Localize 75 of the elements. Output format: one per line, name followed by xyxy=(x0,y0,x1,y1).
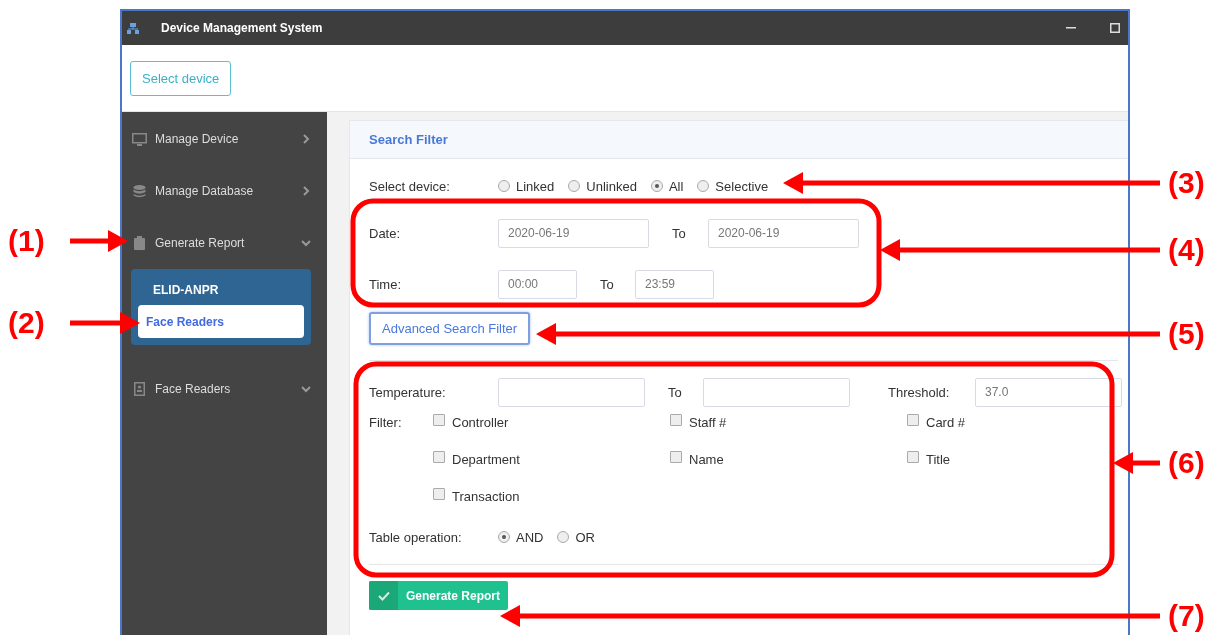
field-label: To xyxy=(667,384,683,400)
sidebar-item[interactable]: Manage Device xyxy=(122,113,327,165)
checkbox[interactable] xyxy=(907,451,919,463)
field-label: Time: xyxy=(369,276,403,292)
callout-number: (5) xyxy=(1168,316,1205,352)
checkbox[interactable] xyxy=(433,414,445,426)
submenu-title: ELID-ANPR xyxy=(152,283,220,297)
option-label: All xyxy=(668,178,684,194)
id-card-icon xyxy=(132,382,147,396)
callout-number: (4) xyxy=(1168,232,1205,268)
checkbox[interactable] xyxy=(433,488,445,500)
radio-button[interactable] xyxy=(568,180,581,192)
advanced-search-filter-button[interactable]: Advanced Search Filter xyxy=(369,311,531,345)
chevron-down-icon xyxy=(301,238,311,248)
option-label: AND xyxy=(516,529,544,545)
option-label: Linked xyxy=(516,178,555,194)
database-icon xyxy=(132,184,147,198)
checkbox[interactable] xyxy=(907,414,919,426)
radio-button[interactable] xyxy=(557,531,570,543)
chevron-right-icon xyxy=(301,134,311,144)
callout-number: (2) xyxy=(8,305,45,341)
threshold-field[interactable]: 37.0 xyxy=(975,377,1122,407)
field-label: Filter: xyxy=(369,414,403,432)
temperature-field[interactable] xyxy=(703,377,850,407)
radio-button[interactable] xyxy=(697,180,710,192)
checkbox[interactable] xyxy=(670,451,682,463)
field-label: Threshold: xyxy=(887,384,951,400)
sidebar-item[interactable]: Manage Database xyxy=(122,165,327,217)
annotation-arrow xyxy=(70,230,128,252)
temperature-field[interactable] xyxy=(498,377,645,407)
option-label: Card # xyxy=(926,414,966,430)
field-label: Select device: xyxy=(369,178,451,194)
option-label: Staff # xyxy=(689,414,727,430)
panel-title: Search Filter xyxy=(369,132,448,147)
network-icon xyxy=(127,22,139,34)
chevron-right-icon xyxy=(301,186,311,196)
checkbox[interactable] xyxy=(433,451,445,463)
option-label: Controller xyxy=(452,414,509,430)
check-icon xyxy=(377,590,390,601)
callout-number: (6) xyxy=(1168,445,1205,481)
date-field[interactable]: 2020-06-19 xyxy=(708,218,859,248)
annotation-arrow xyxy=(1113,452,1160,474)
option-label: Title xyxy=(926,451,951,467)
window-title: Device Management System xyxy=(161,21,323,35)
field-label: Date: xyxy=(369,225,402,241)
field-label: Temperature: xyxy=(369,384,447,400)
date-field[interactable]: 2020-06-19 xyxy=(498,218,649,248)
time-field[interactable]: 23:59 xyxy=(635,269,714,299)
maximize-icon[interactable] xyxy=(1110,23,1120,33)
option-label: OR xyxy=(575,529,595,545)
radio-button[interactable] xyxy=(650,180,663,192)
checkbox[interactable] xyxy=(670,414,682,426)
time-field[interactable]: 00:00 xyxy=(498,269,577,299)
option-label: Name xyxy=(689,451,724,467)
option-label: Department xyxy=(452,451,520,467)
field-label: To xyxy=(599,276,615,292)
callout-number: (7) xyxy=(1168,598,1205,634)
clipboard-icon xyxy=(132,236,147,250)
radio-button[interactable] xyxy=(498,531,510,543)
option-label: Transaction xyxy=(452,488,520,504)
radio-button[interactable] xyxy=(498,180,510,192)
callout-number: (1) xyxy=(8,223,45,259)
minimize-icon[interactable] xyxy=(1066,27,1076,29)
callout-number: (3) xyxy=(1168,165,1205,201)
select-device-button[interactable]: Select device xyxy=(130,60,232,96)
option-label: Selective xyxy=(715,178,769,194)
sidebar-item[interactable]: Generate Report xyxy=(122,217,327,269)
field-label: To xyxy=(671,225,687,241)
submenu-item[interactable]: Face Readers xyxy=(138,305,304,338)
sidebar-item[interactable]: Face Readers xyxy=(122,363,327,415)
monitor-icon xyxy=(132,132,147,146)
chevron-down-icon xyxy=(301,384,311,394)
field-label: Table operation: xyxy=(369,529,463,545)
option-label: Unlinked xyxy=(586,178,637,194)
annotation-arrow xyxy=(70,312,140,334)
